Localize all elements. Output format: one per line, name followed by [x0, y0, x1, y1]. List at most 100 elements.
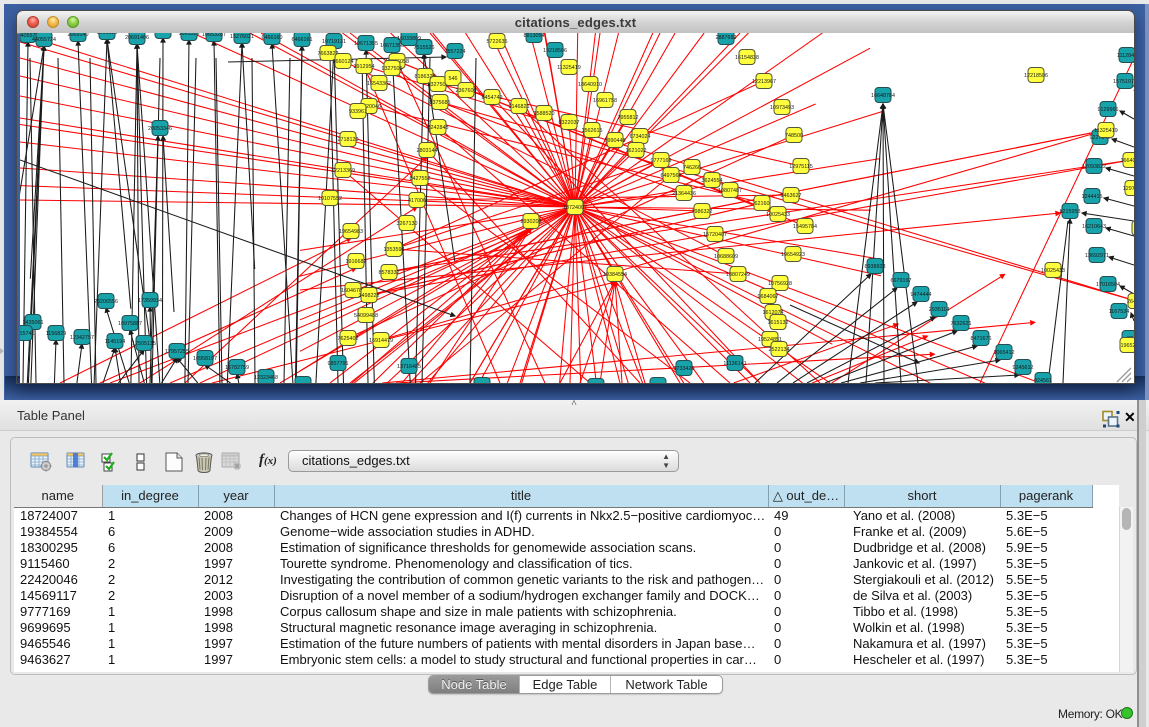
svg-text:7955812: 7955812 [618, 115, 639, 121]
svg-text:11325419: 11325419 [557, 65, 581, 71]
svg-text:2803144: 2803144 [417, 148, 438, 154]
svg-text:9245612: 9245612 [1013, 365, 1034, 371]
svg-text:1156829: 1156829 [46, 331, 67, 337]
svg-text:19654923: 19654923 [781, 252, 805, 258]
svg-text:7857224: 7857224 [445, 49, 466, 55]
svg-text:9684067: 9684067 [758, 294, 779, 300]
svg-text:1733426: 1733426 [674, 366, 695, 372]
svg-text:1145194: 1145194 [105, 339, 126, 345]
svg-text:11325419: 11325419 [1094, 128, 1118, 134]
svg-text:15720407: 15720407 [703, 232, 727, 238]
svg-text:7632621: 7632621 [951, 321, 972, 327]
svg-text:8375685: 8375685 [430, 100, 451, 106]
svg-text:2367608: 2367608 [456, 88, 477, 94]
svg-text:9777169: 9777169 [651, 158, 672, 164]
svg-text:6734024: 6734024 [630, 134, 651, 140]
svg-text:3624554: 3624554 [702, 178, 723, 184]
svg-text:20053346: 20053346 [148, 126, 172, 132]
svg-text:2887682: 2887682 [716, 35, 737, 41]
svg-text:8215958: 8215958 [1060, 209, 1081, 215]
svg-text:19652: 19652 [1121, 343, 1135, 349]
svg-text:20691406: 20691406 [125, 35, 149, 41]
svg-text:16154838: 16154838 [735, 55, 759, 61]
svg-text:9146821: 9146821 [509, 104, 530, 110]
svg-text:11136141: 11136141 [723, 361, 746, 367]
svg-text:8578332: 8578332 [379, 270, 400, 276]
svg-text:16648784: 16648784 [871, 93, 895, 99]
svg-text:1065329: 1065329 [179, 33, 200, 37]
svg-text:9129966: 9129966 [1098, 107, 1119, 113]
svg-text:16033809: 16033809 [397, 36, 421, 42]
svg-text:748500: 748500 [785, 133, 803, 139]
svg-text:10653287: 10653287 [202, 33, 226, 38]
svg-text:21364436: 21364436 [672, 191, 696, 197]
svg-text:8813054: 8813054 [524, 33, 545, 39]
svg-text:16543362: 16543362 [367, 81, 391, 87]
svg-text:12218506: 12218506 [1024, 73, 1048, 79]
svg-text:7515526: 7515526 [414, 45, 435, 51]
svg-text:19218506: 19218506 [543, 48, 567, 54]
svg-text:44055724: 44055724 [32, 37, 56, 43]
svg-text:1588520: 1588520 [534, 111, 555, 117]
svg-text:6497568: 6497568 [661, 173, 682, 179]
svg-text:2522134: 2522134 [769, 347, 790, 353]
svg-text:1615132: 1615132 [768, 320, 789, 326]
svg-text:16961758: 16961758 [593, 98, 617, 104]
svg-text:19654983: 19654983 [339, 229, 363, 235]
svg-text:9857791: 9857791 [328, 361, 349, 367]
svg-text:10973493: 10973493 [770, 105, 794, 111]
svg-text:7986322: 7986322 [692, 209, 713, 215]
svg-text:8471676: 8471676 [971, 336, 992, 342]
svg-text:12323468: 12323468 [254, 375, 278, 381]
svg-text:546: 546 [449, 76, 458, 82]
svg-text:1065328: 1065328 [97, 33, 118, 36]
svg-text:10671356: 10671356 [380, 43, 404, 49]
svg-text:1664091: 1664091 [1121, 158, 1135, 164]
svg-text:1297511: 1297511 [1123, 186, 1134, 192]
svg-text:18724007: 18724007 [563, 205, 587, 211]
svg-text:6466161: 6466161 [292, 37, 313, 43]
svg-text:3912954: 3912954 [354, 64, 375, 70]
svg-text:12213369: 12213369 [331, 168, 355, 174]
svg-text:18640910: 18640910 [578, 82, 602, 88]
svg-text:13716485: 13716485 [397, 364, 421, 370]
svg-text:12975115: 12975115 [789, 164, 813, 170]
svg-text:17359934: 17359934 [138, 298, 162, 304]
svg-text:6466160: 6466160 [262, 35, 283, 41]
svg-text:264091: 264091 [1127, 299, 1134, 305]
svg-text:13692971: 13692971 [1085, 253, 1109, 259]
svg-text:12505135: 12505135 [132, 341, 156, 347]
svg-text:10025433: 10025433 [766, 212, 790, 218]
svg-text:10807487: 10807487 [718, 188, 742, 194]
svg-text:1916682: 1916682 [346, 259, 367, 265]
svg-text:1065328: 1065328 [153, 33, 174, 35]
svg-text:417006: 417006 [408, 198, 426, 204]
svg-text:1562615: 1562615 [582, 128, 603, 134]
svg-text:1621022: 1621022 [626, 148, 647, 154]
svg-text:20206556: 20206556 [94, 299, 118, 305]
svg-text:10975887: 10975887 [118, 321, 142, 327]
svg-text:9242848: 9242848 [428, 125, 449, 131]
svg-text:18807249: 18807249 [726, 272, 750, 278]
svg-text:15495784: 15495784 [793, 224, 817, 230]
svg-text:10756928: 10756928 [768, 281, 792, 287]
svg-text:1112841: 1112841 [1117, 53, 1134, 59]
svg-text:10025433: 10025433 [1041, 268, 1065, 274]
svg-text:17016504: 17016504 [1096, 282, 1120, 288]
svg-text:8427552: 8427552 [410, 176, 431, 182]
svg-text:54099488: 54099488 [354, 313, 378, 319]
svg-text:1167534: 1167534 [1109, 309, 1130, 315]
svg-text:1244415: 1244415 [1082, 194, 1103, 200]
svg-text:3267130: 3267130 [397, 221, 418, 227]
svg-text:15276021: 15276021 [230, 34, 254, 40]
svg-text:9463627: 9463627 [781, 193, 802, 199]
svg-text:8938923: 8938923 [865, 264, 886, 270]
svg-text:2069140: 2069140 [68, 33, 89, 38]
svg-text:10688609: 10688609 [714, 254, 738, 260]
svg-text:2718120: 2718120 [338, 137, 359, 143]
svg-text:16782759: 16782759 [225, 365, 249, 371]
svg-text:933961: 933961 [349, 109, 367, 115]
svg-text:62160: 62160 [755, 201, 770, 207]
svg-text:8660124: 8660124 [333, 59, 354, 65]
svg-text:10671355: 10671355 [354, 41, 378, 47]
